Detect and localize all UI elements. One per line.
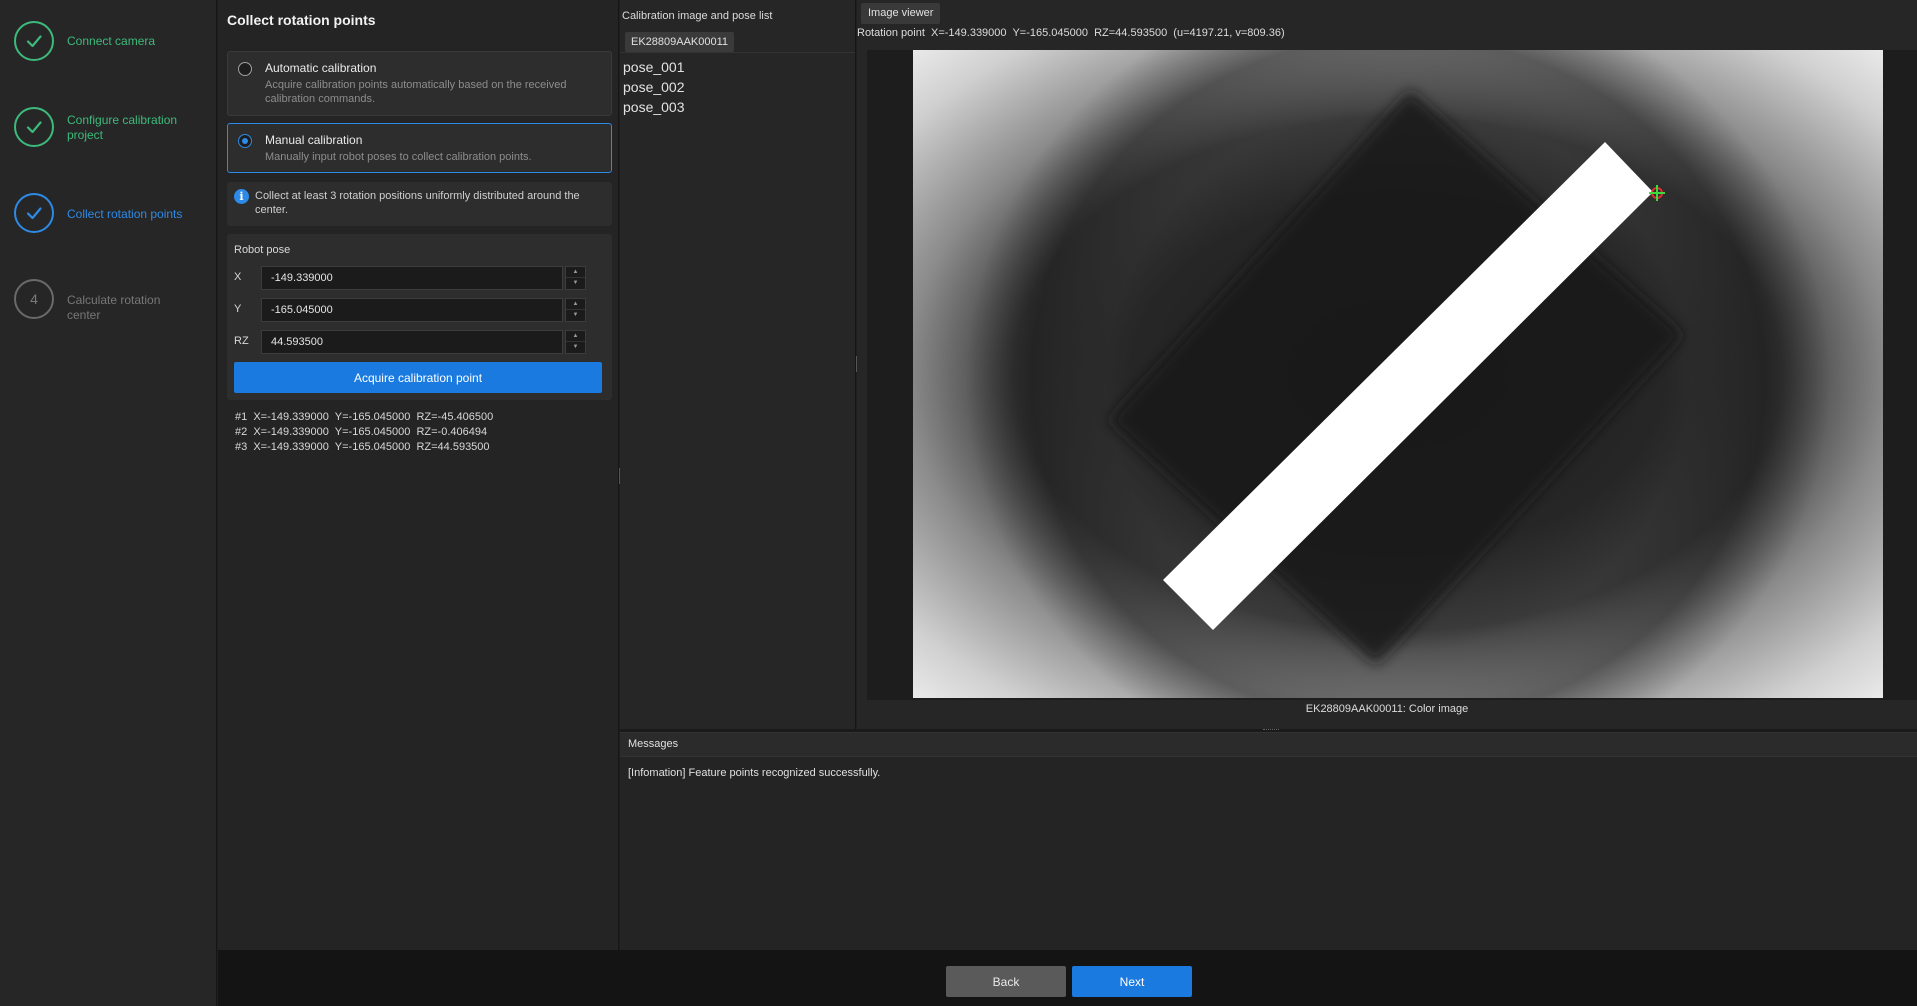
panel-title: Collect rotation points: [227, 12, 376, 28]
splitter-grip-icon[interactable]: [1263, 729, 1279, 731]
collected-point: #2 X=-149.339000 Y=-165.045000 RZ=-0.406…: [235, 426, 488, 438]
step-label: Connect camera: [67, 34, 156, 48]
manual-calibration-option[interactable]: Manual calibration Manually input robot …: [227, 123, 612, 173]
robot-pose-section: Robot pose X ▲ ▼ Y ▲ ▼ RZ ▲ ▼ Acq: [227, 234, 612, 400]
divider: [620, 52, 855, 53]
acquire-calibration-point-button[interactable]: Acquire calibration point: [234, 362, 602, 393]
option-title: Automatic calibration: [265, 61, 377, 75]
pose-list: pose_001 pose_002 pose_003: [623, 57, 685, 117]
pose-list-item[interactable]: pose_002: [623, 77, 685, 97]
image-viewer-tab[interactable]: Image viewer: [861, 3, 941, 24]
spin-buttons[interactable]: ▲ ▼: [565, 266, 586, 290]
pose-list-panel: Calibration image and pose list EK28809A…: [620, 0, 856, 729]
rotation-point-readout: Rotation point X=-149.339000 Y=-165.0450…: [857, 27, 1285, 39]
step-calculate-rotation-center[interactable]: 4 Calculate rotation center: [14, 279, 197, 323]
image-viewer-panel: Image viewer Rotation point X=-149.33900…: [857, 0, 1917, 729]
spin-buttons[interactable]: ▲ ▼: [565, 298, 586, 322]
option-description: Acquire calibration points automatically…: [265, 79, 567, 105]
pose-rz-row: RZ ▲ ▼: [234, 330, 604, 354]
step-configure-project[interactable]: Configure calibration project: [14, 107, 197, 147]
settings-panel: Collect rotation points Automatic calibr…: [218, 0, 619, 950]
check-icon: [14, 193, 54, 233]
message-line: [Infomation] Feature points recognized s…: [628, 767, 881, 779]
pose-list-item[interactable]: pose_001: [623, 57, 685, 77]
step-label: Collect rotation points: [67, 207, 183, 221]
radio-button-selected[interactable]: [238, 134, 252, 148]
panel-title: Messages: [628, 738, 679, 750]
panel-title: Calibration image and pose list: [622, 10, 773, 22]
spin-up-icon[interactable]: ▲: [566, 267, 585, 278]
step-connect-camera[interactable]: Connect camera: [14, 21, 197, 61]
back-button[interactable]: Back: [946, 966, 1066, 997]
steps-sidebar: Connect camera Configure calibration pro…: [0, 0, 217, 1006]
next-button[interactable]: Next: [1072, 966, 1192, 997]
info-icon: i: [234, 189, 249, 204]
option-description: Manually input robot poses to collect ca…: [265, 151, 532, 163]
collected-point: #3 X=-149.339000 Y=-165.045000 RZ=44.593…: [235, 441, 490, 453]
pose-list-item[interactable]: pose_003: [623, 97, 685, 117]
spin-down-icon[interactable]: ▼: [566, 342, 585, 353]
messages-panel: Messages [Infomation] Feature points rec…: [620, 732, 1917, 950]
step-label: Configure calibration project: [67, 113, 178, 142]
pose-x-row: X ▲ ▼: [234, 266, 604, 290]
spin-down-icon[interactable]: ▼: [566, 310, 585, 321]
step-collect-rotation-points[interactable]: Collect rotation points: [14, 193, 197, 233]
calibration-image: [913, 50, 1883, 698]
pose-y-input[interactable]: [261, 298, 563, 322]
section-title: Robot pose: [234, 244, 291, 256]
messages-header: Messages: [620, 733, 1917, 757]
spin-down-icon[interactable]: ▼: [566, 278, 585, 289]
spin-up-icon[interactable]: ▲: [566, 331, 585, 342]
pose-rz-input[interactable]: [261, 330, 563, 354]
step-number: 4: [14, 279, 54, 319]
field-label: RZ: [234, 335, 249, 347]
check-icon: [14, 21, 54, 61]
image-caption: EK28809AAK00011: Color image: [1305, 703, 1469, 715]
image-canvas[interactable]: [867, 50, 1917, 700]
field-label: X: [234, 271, 242, 283]
pose-y-row: Y ▲ ▼: [234, 298, 604, 322]
radio-button[interactable]: [238, 62, 252, 76]
collected-points-list: #1 X=-149.339000 Y=-165.045000 RZ=-45.40…: [235, 410, 493, 455]
spin-buttons[interactable]: ▲ ▼: [565, 330, 586, 354]
info-text: Collect at least 3 rotation positions un…: [255, 190, 580, 216]
footer-bar: Back Next: [218, 950, 1917, 1006]
pose-x-input[interactable]: [261, 266, 563, 290]
spin-up-icon[interactable]: ▲: [566, 299, 585, 310]
camera-serial-tab[interactable]: EK28809AAK00011: [625, 32, 735, 52]
field-label: Y: [234, 303, 242, 315]
check-icon: [14, 107, 54, 147]
step-label: Calculate rotation center: [67, 293, 161, 322]
option-title: Manual calibration: [265, 133, 363, 147]
automatic-calibration-option[interactable]: Automatic calibration Acquire calibratio…: [227, 51, 612, 116]
info-hint: i Collect at least 3 rotation positions …: [227, 182, 612, 226]
collected-point: #1 X=-149.339000 Y=-165.045000 RZ=-45.40…: [235, 411, 494, 423]
